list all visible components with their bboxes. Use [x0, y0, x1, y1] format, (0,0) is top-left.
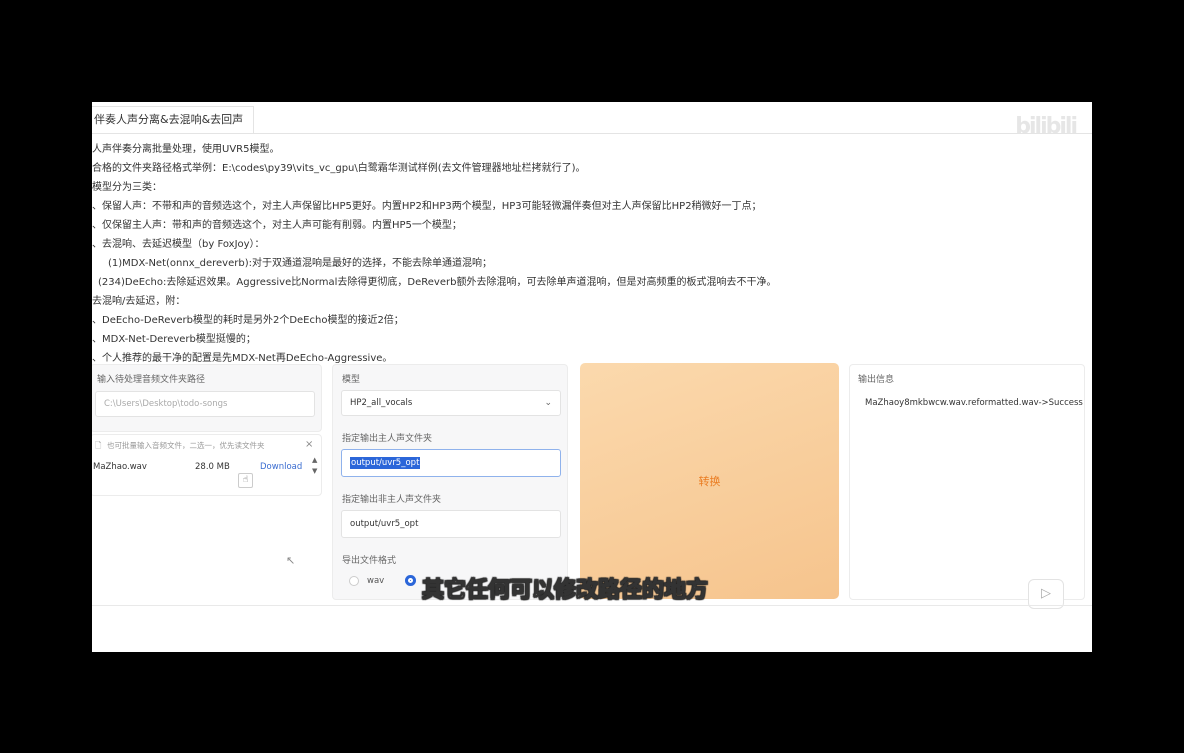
description-line: 去混响/去延迟，附： — [92, 296, 186, 307]
upload-hint: 也可批量输入音频文件，二选一，优先读文件夹 — [107, 441, 265, 450]
format-label: 导出文件格式 — [342, 556, 397, 566]
model-label: 模型 — [342, 375, 361, 385]
description-line: 模型分为三类： — [92, 182, 162, 193]
app-window: 伴奏人声分离&去混响&去回声 bilibili 人声伴奏分离批量处理，使用UVR… — [92, 102, 1092, 652]
uploaded-file-name: MaZhao.wav — [93, 462, 147, 472]
radio-wav-label: wav — [367, 576, 385, 586]
instrument-dir-field[interactable]: output/uvr5_opt — [341, 510, 561, 538]
mouse-cursor-icon: ↖ — [286, 554, 296, 567]
scroll-arrows-icon[interactable]: ▲ ▼ — [312, 455, 317, 477]
footer-divider — [92, 605, 1092, 606]
radio-wav[interactable] — [349, 576, 359, 586]
output-panel: 输出信息 MaZhaoy8mkbwcw.wav.reformatted.wav-… — [849, 364, 1085, 609]
file-icon: 🗋 — [95, 441, 102, 450]
video-subtitle: 其它任何可以修改路径的地方 — [421, 578, 709, 604]
instrument-dir-label: 指定输出非主人声文件夹 — [342, 495, 442, 505]
description-line: 、MDX-Net-Dereverb模型挺慢的； — [92, 334, 256, 345]
chevron-down-icon: ⌄ — [544, 398, 552, 408]
uploaded-file-size: 28.0 MB — [195, 462, 230, 472]
download-link[interactable]: Download — [260, 462, 302, 472]
bilibili-watermark-logo: bilibili — [1015, 114, 1078, 139]
tab-uvr5[interactable]: 伴奏人声分离&去混响&去回声 — [92, 106, 255, 134]
output-message: MaZhaoy8mkbwcw.wav.reformatted.wav->Succ… — [865, 398, 1083, 408]
description-line: 、去混响、去延迟模型（by FoxJoy）： — [92, 239, 265, 250]
convert-button-label: 转换 — [698, 475, 721, 488]
description-line: 合格的文件夹路径格式举例：E:\codes\py39\vits_vc_gpu\白… — [92, 163, 586, 174]
model-select-value: HP2_all_vocals — [350, 398, 413, 408]
radio-selected[interactable] — [405, 575, 416, 586]
convert-button[interactable]: 转换 — [580, 363, 839, 599]
vocal-dir-field[interactable]: output/uvr5_opt — [341, 449, 561, 477]
description-line: 、保留人声：不带和声的音频选这个，对主人声保留比HP5更好。内置HP2和HP3两… — [92, 201, 762, 212]
description-line: 人声伴奏分离批量处理，使用UVR5模型。 — [92, 144, 280, 155]
model-select[interactable]: HP2_all_vocals ⌄ — [341, 390, 561, 416]
description-line: 、个人推荐的最干净的配置是先MDX-Net再DeEcho-Aggressive。 — [92, 353, 393, 364]
vocal-dir-label: 指定输出主人声文件夹 — [342, 434, 433, 444]
description-line: 、DeEcho-DeReverb模型的耗时是另外2个DeEcho模型的接近2倍； — [92, 315, 404, 326]
description-line: (1)MDX-Net(onnx_dereverb):对于双通道混响是最好的选择，… — [108, 258, 492, 269]
tab-divider — [92, 133, 1092, 134]
description-line: (234)DeEcho:去除延迟效果。Aggressive比Normal去除得更… — [98, 277, 777, 288]
input-folder-field[interactable]: C:\Users\Desktop\todo-songs — [95, 391, 315, 417]
vocal-dir-value: output/uvr5_opt — [350, 457, 421, 469]
output-label: 输出信息 — [858, 375, 895, 385]
pointer-cursor-icon: ☝ — [238, 473, 253, 488]
input-folder-label: 输入待处理音频文件夹路径 — [97, 375, 206, 385]
model-settings-panel: 模型 HP2_all_vocals ⌄ 指定输出主人声文件夹 output/uv… — [332, 364, 568, 600]
file-upload-panel: 🗋 也可批量输入音频文件，二选一，优先读文件夹 × MaZhao.wav 28.… — [92, 434, 322, 496]
input-folder-panel: 输入待处理音频文件夹路径 C:\Users\Desktop\todo-songs — [92, 364, 322, 432]
close-icon[interactable]: × — [305, 439, 313, 450]
video-stage: 伴奏人声分离&去混响&去回声 bilibili 人声伴奏分离批量处理，使用UVR… — [0, 0, 1184, 753]
description-line: 、仅保留主人声：带和声的音频选这个，对主人声可能有削弱。内置HP5一个模型； — [92, 220, 462, 231]
